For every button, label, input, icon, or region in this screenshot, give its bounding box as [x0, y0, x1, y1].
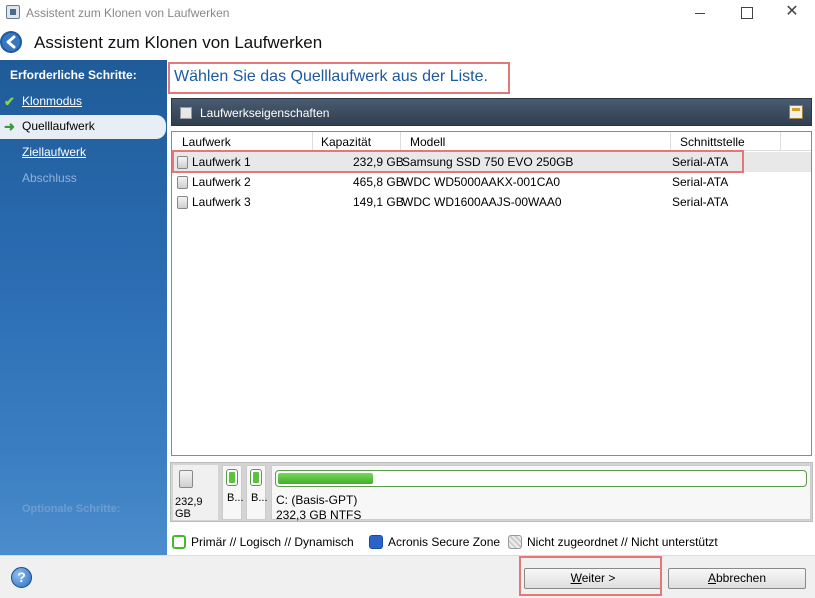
hard-drive-icon: [177, 176, 188, 189]
partition-label: B...: [251, 492, 268, 504]
column-header-laufwerk[interactable]: Laufwerk: [182, 135, 231, 149]
cell-capacity: 465,8 GB: [353, 175, 404, 189]
optional-steps-heading: Optionale Schritte:: [22, 503, 121, 515]
required-steps-heading: Erforderliche Schritte:: [10, 68, 137, 82]
page-title: Wählen Sie das Quelllaufwerk aus der Lis…: [174, 68, 488, 85]
drive-table: Laufwerk Kapazität Modell Schnittstelle …: [171, 131, 812, 456]
partition-small[interactable]: B...: [246, 465, 268, 520]
cell-drive: Laufwerk 2: [192, 175, 251, 189]
column-header-kapazitaet[interactable]: Kapazität: [321, 135, 371, 149]
legend-label: Acronis Secure Zone: [388, 535, 501, 549]
drive-properties-bar[interactable]: Laufwerkseigenschaften: [171, 98, 812, 126]
cell-interface: Serial-ATA: [672, 175, 729, 189]
cell-model: WDC WD5000AAKX-001CA0: [402, 175, 561, 189]
table-row[interactable]: Laufwerk 2 465,8 GB WDC WD5000AAKX-001CA…: [172, 172, 811, 192]
next-highlight-box: [519, 556, 662, 596]
sidebar-item-quelllaufwerk[interactable]: ➜ Quelllaufwerk: [0, 115, 166, 139]
sidebar-item-label: Klonmodus: [22, 94, 83, 108]
close-button[interactable]: ✕: [769, 0, 815, 26]
disk-size: 232,9 GB: [175, 496, 203, 520]
column-divider[interactable]: [400, 132, 401, 151]
partition-label: B...: [227, 492, 244, 504]
sidebar-item-label: Abschluss: [22, 171, 77, 185]
back-arrow-icon[interactable]: [0, 28, 23, 56]
sidebar-item-ziellaufwerk[interactable]: Ziellaufwerk: [0, 141, 167, 165]
sidebar-item-label: Quelllaufwerk: [22, 119, 95, 133]
partition-size: 232,3 GB NTFS: [276, 508, 362, 522]
title-bar: Assistent zum Klonen von Laufwerken ✕: [0, 0, 815, 26]
steps-sidebar: Erforderliche Schritte: ✔ Klonmodus ➜ Qu…: [0, 60, 167, 555]
primary-swatch-icon: [172, 535, 186, 549]
maximize-button[interactable]: [723, 0, 769, 26]
column-chooser-icon[interactable]: [789, 105, 803, 119]
properties-icon: [180, 107, 192, 119]
disk-map: 232,9 GB B... B... C: (Basis-GPT) 232,3 …: [170, 462, 813, 522]
table-row[interactable]: Laufwerk 3 149,1 GB WDC WD1600AAJS-00WAA…: [172, 192, 811, 212]
cancel-button[interactable]: Abbrechen: [668, 568, 806, 589]
column-header-modell[interactable]: Modell: [410, 135, 445, 149]
partition-label: C: (Basis-GPT): [276, 493, 358, 507]
column-divider[interactable]: [312, 132, 313, 151]
sidebar-item-klonmodus[interactable]: ✔ Klonmodus: [0, 90, 167, 114]
partition-usage-fill: [278, 473, 373, 484]
cell-drive: Laufwerk 3: [192, 195, 251, 209]
help-icon[interactable]: ?: [11, 567, 32, 588]
partition-small[interactable]: B...: [222, 465, 244, 520]
minimize-button[interactable]: [677, 0, 723, 26]
sidebar-item-abschluss: Abschluss: [0, 167, 167, 191]
arrow-right-icon: ➜: [4, 119, 15, 134]
cancel-button-label: Abbrechen: [707, 571, 767, 585]
selection-highlight-box: [172, 150, 744, 173]
hard-drive-icon: [177, 196, 188, 209]
sidebar-item-label: Ziellaufwerk: [22, 145, 87, 159]
table-header: Laufwerk Kapazität Modell Schnittstelle: [172, 132, 811, 151]
partition-main[interactable]: C: (Basis-GPT) 232,3 GB NTFS: [271, 465, 811, 522]
checkmark-icon: ✔: [4, 94, 15, 109]
partition-bar: [226, 469, 238, 486]
unallocated-swatch-icon: [508, 535, 522, 549]
cell-interface: Serial-ATA: [672, 195, 729, 209]
hard-drive-icon: [179, 470, 193, 488]
legend-label: Primär // Logisch // Dynamisch: [191, 535, 354, 549]
cell-model: WDC WD1600AAJS-00WAA0: [402, 195, 562, 209]
partition-usage-bar: [275, 470, 807, 487]
window-title: Assistent zum Klonen von Laufwerken: [26, 6, 230, 20]
column-divider[interactable]: [780, 132, 781, 151]
disk-summary[interactable]: 232,9 GB: [173, 465, 218, 520]
properties-label: Laufwerkseigenschaften: [200, 106, 330, 120]
wizard-footer: ? Weiter > Abbrechen: [0, 555, 815, 598]
secure-zone-swatch-icon: [369, 535, 383, 549]
column-divider[interactable]: [670, 132, 671, 151]
cell-capacity: 149,1 GB: [353, 195, 404, 209]
legend-label: Nicht zugeordnet // Nicht unterstützt: [527, 535, 718, 549]
wizard-title: Assistent zum Klonen von Laufwerken: [34, 33, 323, 52]
column-header-schnittstelle[interactable]: Schnittstelle: [680, 135, 745, 149]
app-icon: [6, 5, 20, 19]
wizard-header: Assistent zum Klonen von Laufwerken: [0, 26, 815, 60]
partition-bar: [250, 469, 262, 486]
